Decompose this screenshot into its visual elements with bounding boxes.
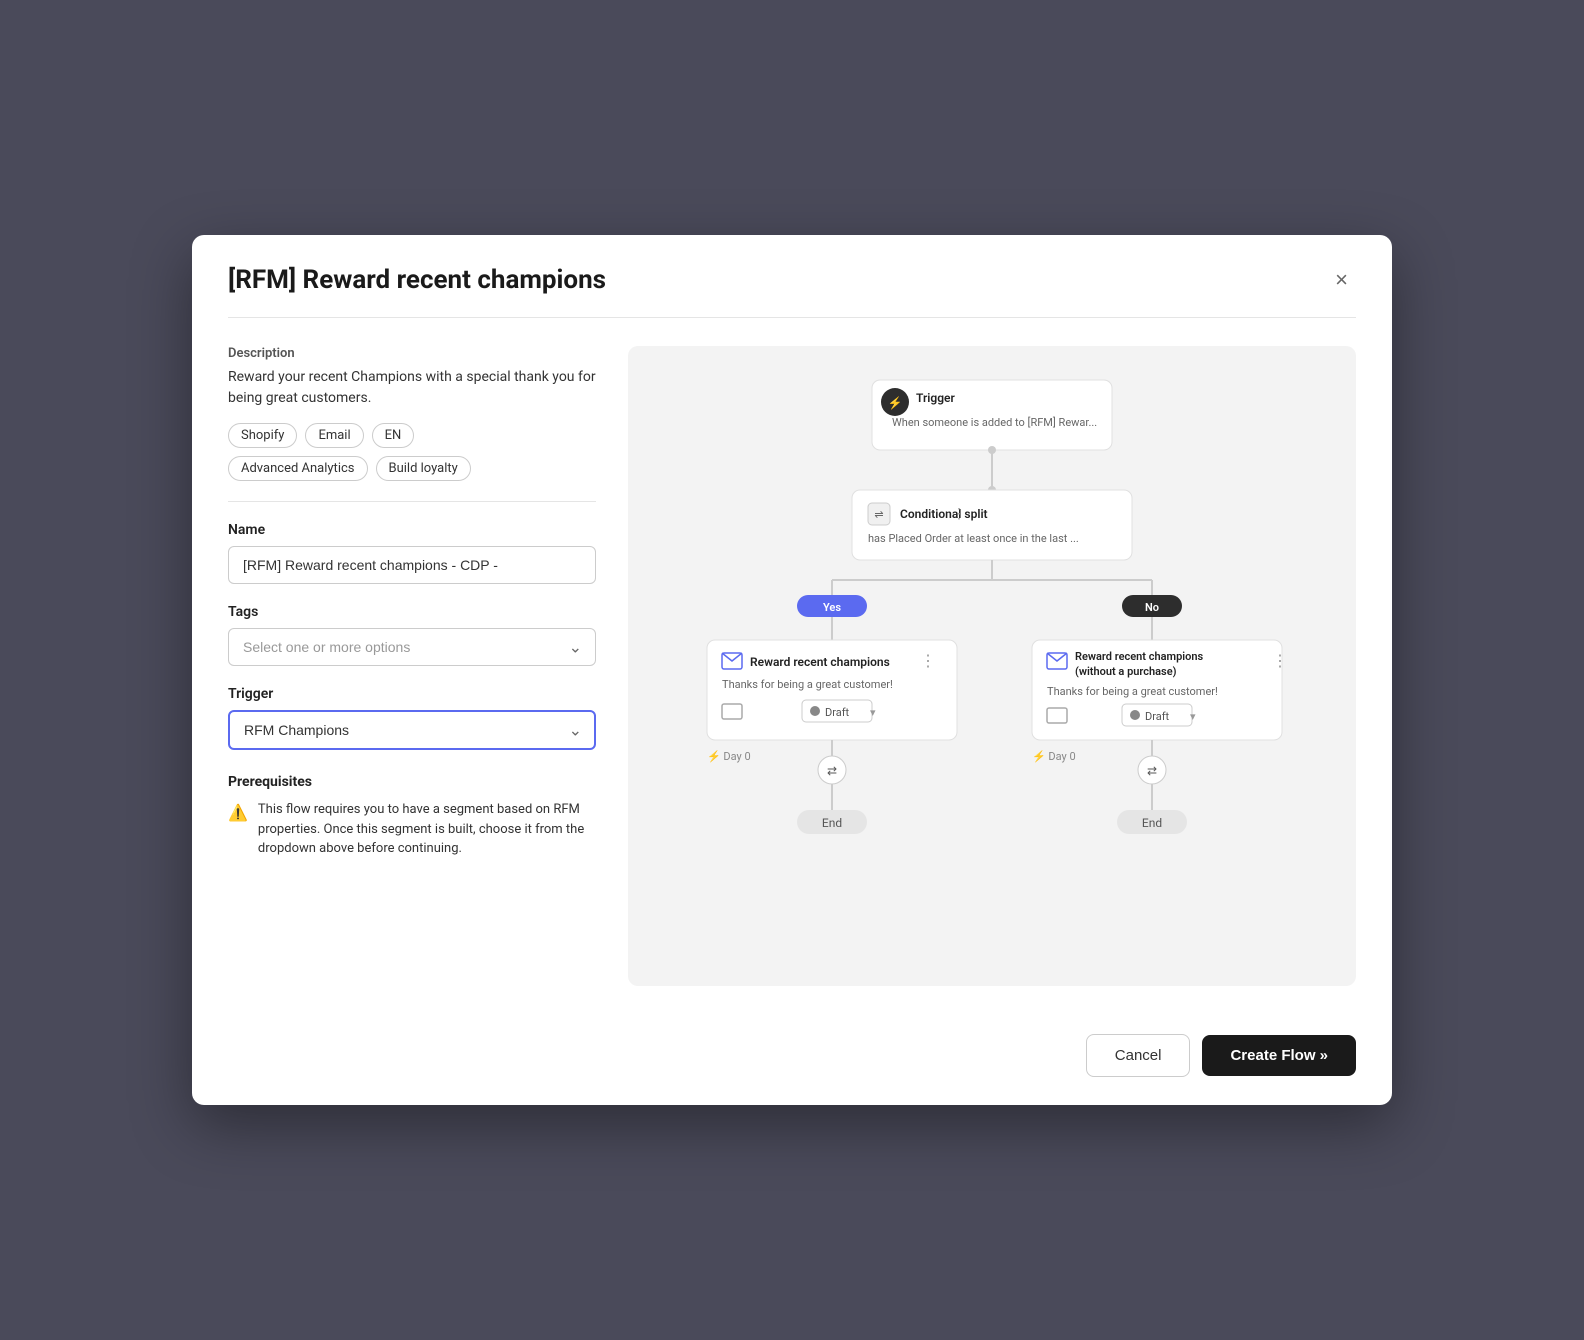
trigger-select-wrapper[interactable]: RFM Champions ⌄ <box>228 710 596 750</box>
svg-text:Thanks for being a great custo: Thanks for being a great customer! <box>722 678 893 691</box>
svg-text:⚡: ⚡ <box>888 396 903 410</box>
cancel-button[interactable]: Cancel <box>1086 1034 1191 1077</box>
svg-text:When someone is added to [RFM]: When someone is added to [RFM] Rewar... <box>892 416 1097 429</box>
svg-text:End: End <box>822 816 842 830</box>
svg-text:Draft: Draft <box>1145 710 1170 723</box>
tags-field-container: Tags Select one or more options ⌄ <box>228 604 596 666</box>
left-panel: Description Reward your recent Champions… <box>228 346 628 986</box>
svg-text:End: End <box>1142 816 1162 830</box>
trigger-label: Trigger <box>228 686 596 702</box>
svg-text:Conditional split: Conditional split <box>900 507 988 521</box>
prerequisites-section: Prerequisites ⚠️ This flow requires you … <box>228 774 596 859</box>
svg-text:(without a purchase): (without a purchase) <box>1075 665 1177 678</box>
name-input[interactable] <box>228 546 596 584</box>
trigger-field-container: Trigger RFM Champions ⌄ <box>228 686 596 750</box>
svg-text:⋮: ⋮ <box>920 651 936 670</box>
svg-text:⋮: ⋮ <box>952 506 966 522</box>
flow-diagram: ⚡ Trigger When someone is added to [RFM]… <box>652 370 1332 934</box>
tag-shopify: Shopify <box>228 423 297 448</box>
tags-label: Tags <box>228 604 596 620</box>
svg-text:⚡ Day 0: ⚡ Day 0 <box>1032 750 1076 763</box>
svg-text:has Placed Order at least once: has Placed Order at least once in the la… <box>868 532 1079 545</box>
svg-text:Trigger: Trigger <box>916 391 956 405</box>
tag-en: EN <box>372 423 415 448</box>
svg-text:No: No <box>1145 601 1159 614</box>
trigger-select[interactable]: RFM Champions <box>228 710 596 750</box>
tags-select-wrapper[interactable]: Select one or more options ⌄ <box>228 628 596 666</box>
close-button[interactable]: × <box>1327 263 1356 297</box>
svg-text:▾: ▾ <box>870 706 876 719</box>
svg-text:Reward recent champions: Reward recent champions <box>750 655 890 669</box>
svg-text:⇌: ⇌ <box>874 508 883 521</box>
tags-row-1: Shopify Email EN <box>228 423 596 448</box>
modal-body: Description Reward your recent Champions… <box>192 318 1392 1014</box>
tag-advanced-analytics: Advanced Analytics <box>228 456 368 481</box>
prerequisites-text: This flow requires you to have a segment… <box>258 800 596 859</box>
tags-row-2: Advanced Analytics Build loyalty <box>228 456 596 481</box>
svg-text:⇄: ⇄ <box>827 764 837 778</box>
tag-email: Email <box>305 423 363 448</box>
svg-text:Thanks for being a great custo: Thanks for being a great customer! <box>1047 685 1218 698</box>
svg-text:Draft: Draft <box>825 706 850 719</box>
svg-text:⚡ Day 0: ⚡ Day 0 <box>707 750 751 763</box>
create-flow-button[interactable]: Create Flow » <box>1202 1035 1356 1076</box>
modal-header: [RFM] Reward recent champions × <box>192 235 1392 317</box>
description-label: Description <box>228 346 596 361</box>
warning-icon: ⚠️ <box>228 801 248 825</box>
svg-text:Reward recent champions: Reward recent champions <box>1075 650 1203 663</box>
modal-title: [RFM] Reward recent champions <box>228 265 606 295</box>
svg-text:▾: ▾ <box>1190 710 1196 723</box>
right-panel: ⚡ Trigger When someone is added to [RFM]… <box>628 346 1356 986</box>
section-divider-1 <box>228 501 596 502</box>
tags-select[interactable]: Select one or more options <box>228 628 596 666</box>
modal: [RFM] Reward recent champions × Descript… <box>192 235 1392 1105</box>
name-label: Name <box>228 522 596 538</box>
prerequisites-title: Prerequisites <box>228 774 596 790</box>
svg-text:⇄: ⇄ <box>1147 764 1157 778</box>
svg-text:⋮: ⋮ <box>1272 651 1288 670</box>
name-field-container: Name <box>228 522 596 584</box>
svg-text:Yes: Yes <box>823 601 841 614</box>
description-text: Reward your recent Champions with a spec… <box>228 367 596 409</box>
tag-build-loyalty: Build loyalty <box>376 456 471 481</box>
prerequisites-warning: ⚠️ This flow requires you to have a segm… <box>228 800 596 859</box>
modal-overlay: [RFM] Reward recent champions × Descript… <box>192 235 1392 1105</box>
modal-footer: Cancel Create Flow » <box>192 1014 1392 1105</box>
flow-svg: ⚡ Trigger When someone is added to [RFM]… <box>652 370 1332 930</box>
